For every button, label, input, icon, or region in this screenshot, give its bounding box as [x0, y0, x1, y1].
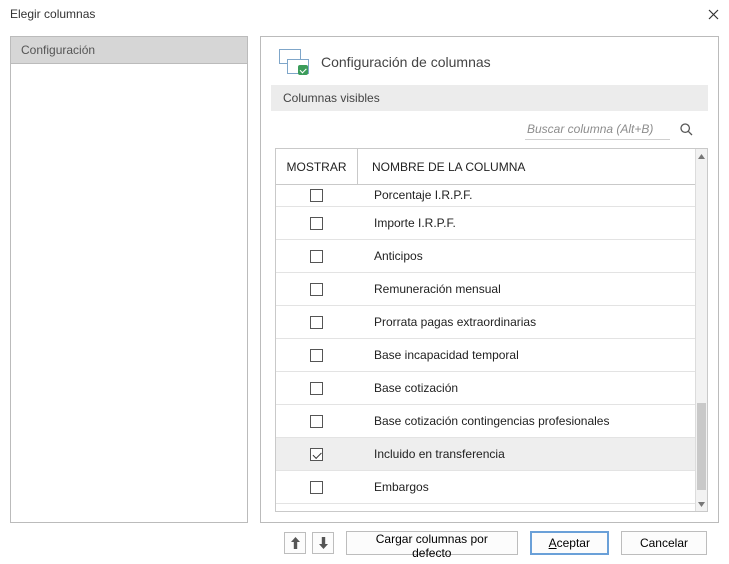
table-row[interactable]: Porcentaje I.R.P.F.	[276, 185, 695, 207]
row-column-name: Base incapacidad temporal	[358, 348, 695, 362]
table-row[interactable]: Base incapacidad temporal	[276, 339, 695, 372]
table-body: Porcentaje I.R.P.F. Importe I.R.P.F. Antic…	[276, 185, 695, 511]
row-column-name: Anticipos	[358, 249, 695, 263]
row-column-name: Embargos	[358, 480, 695, 494]
table-row[interactable]: Base cotización	[276, 372, 695, 405]
load-defaults-button[interactable]: Cargar columnas por defecto	[346, 531, 518, 555]
row-column-name: Incluido en transferencia	[358, 447, 695, 461]
row-column-name: Base cotización	[358, 381, 695, 395]
dialog-footer: Cargar columnas por defecto Aceptar Canc…	[10, 523, 719, 555]
show-checkbox[interactable]	[310, 415, 323, 428]
show-checkbox[interactable]	[310, 189, 323, 202]
column-header-name[interactable]: NOMBRE DE LA COLUMNA	[358, 149, 707, 184]
table-row[interactable]: Remuneración mensual	[276, 273, 695, 306]
scroll-down-icon[interactable]	[696, 497, 707, 511]
row-column-name: Base cotización contingencias profesiona…	[358, 414, 695, 428]
row-column-name: Porcentaje I.R.P.F.	[358, 188, 695, 202]
show-checkbox[interactable]	[310, 316, 323, 329]
scroll-track[interactable]	[696, 163, 707, 497]
content-pane: Configuración de columnas Columnas visib…	[260, 36, 719, 523]
vertical-scrollbar[interactable]	[695, 149, 707, 511]
row-column-name: Remuneración mensual	[358, 282, 695, 296]
table-row[interactable]: Incluido en transferencia	[276, 438, 695, 471]
show-checkbox[interactable]	[310, 448, 323, 461]
table-row[interactable]: Prorrata pagas extraordinarias	[276, 306, 695, 339]
table-row[interactable]: Importe I.R.P.F.	[276, 207, 695, 240]
row-column-name: Importe I.R.P.F.	[358, 216, 695, 230]
show-checkbox[interactable]	[310, 481, 323, 494]
move-up-button[interactable]	[284, 532, 306, 554]
content-header: Configuración de columnas	[271, 49, 708, 85]
accept-button[interactable]: Aceptar	[530, 531, 609, 555]
titlebar: Elegir columnas	[0, 0, 729, 28]
show-checkbox[interactable]	[310, 349, 323, 362]
scroll-thumb[interactable]	[697, 403, 706, 490]
content-title: Configuración de columnas	[321, 54, 491, 70]
row-column-name: Prorrata pagas extraordinarias	[358, 315, 695, 329]
close-icon[interactable]	[707, 8, 719, 20]
move-down-button[interactable]	[312, 532, 334, 554]
table-header: MOSTRAR NOMBRE DE LA COLUMNA	[276, 149, 707, 185]
category-list: Configuración	[10, 36, 248, 523]
columns-table: MOSTRAR NOMBRE DE LA COLUMNA Porcentaje …	[275, 148, 708, 512]
show-checkbox[interactable]	[310, 250, 323, 263]
column-header-show[interactable]: MOSTRAR	[276, 149, 358, 184]
category-item-configuracion[interactable]: Configuración	[11, 37, 247, 64]
window-title: Elegir columnas	[10, 7, 95, 21]
cancel-button[interactable]: Cancelar	[621, 531, 707, 555]
table-row[interactable]: Embargos	[276, 471, 695, 504]
show-checkbox[interactable]	[310, 217, 323, 230]
category-item-label: Configuración	[21, 43, 95, 57]
section-visible-columns: Columnas visibles	[271, 85, 708, 111]
scroll-up-icon[interactable]	[696, 149, 707, 163]
search-icon[interactable]	[676, 120, 696, 140]
show-checkbox[interactable]	[310, 283, 323, 296]
columns-config-icon	[277, 49, 309, 75]
section-label: Columnas visibles	[283, 91, 380, 105]
table-row[interactable]: Anticipos	[276, 240, 695, 273]
search-input[interactable]	[525, 119, 670, 140]
table-row[interactable]: Base cotización contingencias profesiona…	[276, 405, 695, 438]
show-checkbox[interactable]	[310, 382, 323, 395]
